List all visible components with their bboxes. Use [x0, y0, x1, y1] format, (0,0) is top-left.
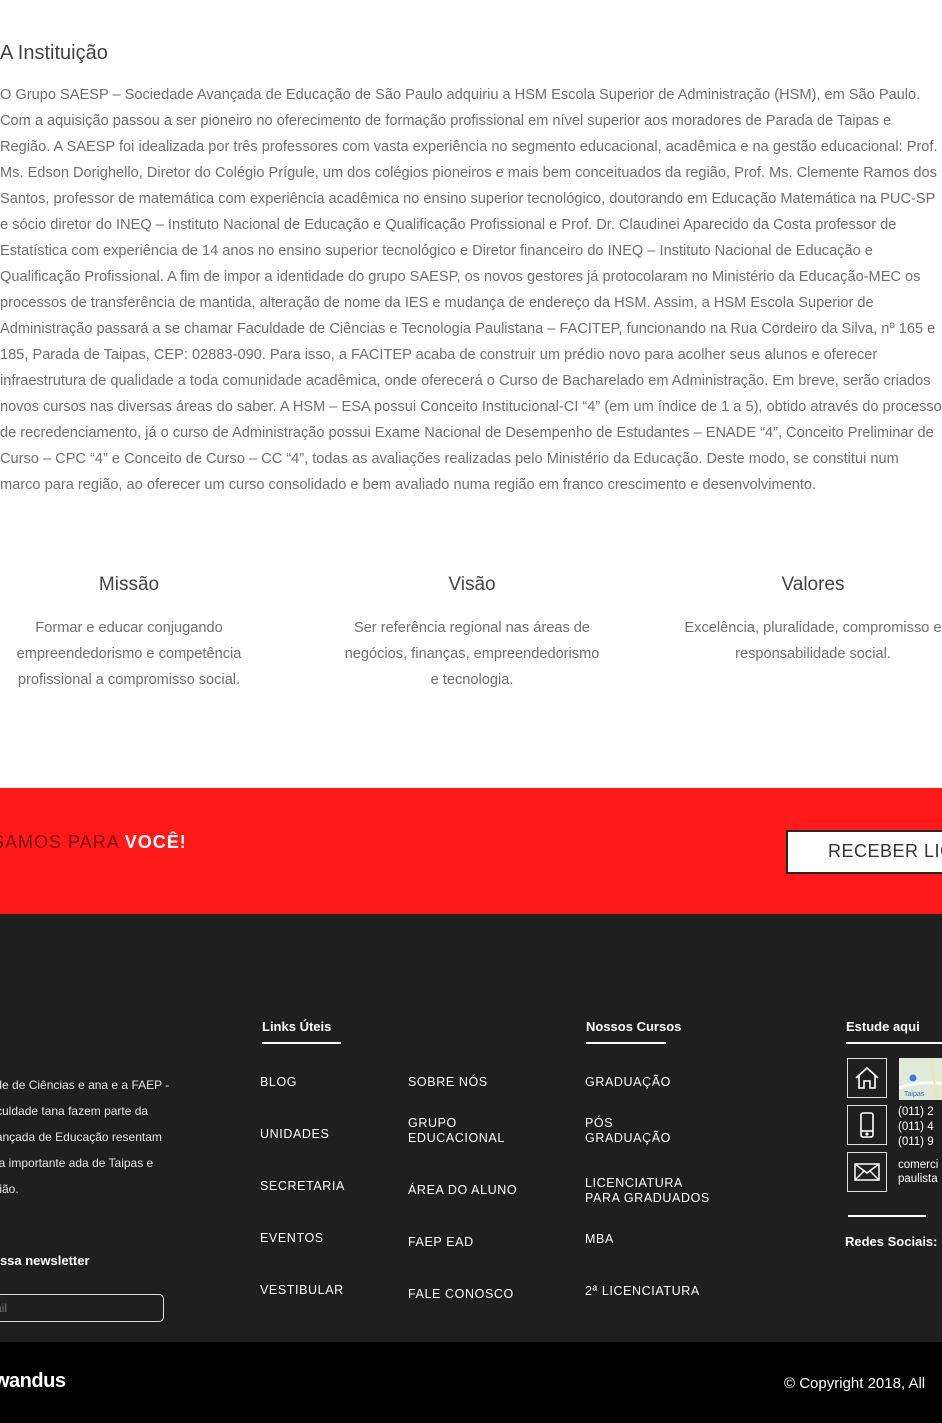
footer-link-fale-conosco[interactable]: FALE CONOSCO: [408, 1287, 514, 1302]
footer-link-blog[interactable]: BLOG: [260, 1075, 297, 1090]
footer-link-unidades[interactable]: UNIDADES: [260, 1127, 329, 1142]
map-label: Taipas: [904, 1091, 925, 1098]
footer-link-eventos[interactable]: EVENTOS: [260, 1231, 324, 1246]
newsletter-email-input[interactable]: [0, 1294, 164, 1322]
course-link-pos-graduacao[interactable]: PÓS GRADUAÇÃO: [585, 1116, 675, 1146]
cta-text: SAMOS PARA VOCÊ!: [0, 832, 187, 853]
study-title-underline: [846, 1042, 942, 1044]
email-line-1[interactable]: comerci: [898, 1158, 938, 1173]
course-link-segunda-licenciatura[interactable]: 2ª LICENCIATURA: [585, 1284, 700, 1299]
courses-title: Nossos Cursos: [586, 1019, 682, 1034]
footer-link-area-do-aluno[interactable]: ÁREA DO ALUNO: [408, 1183, 517, 1198]
footer-link-secretaria[interactable]: SECRETARIA: [260, 1179, 345, 1194]
course-link-mba[interactable]: MBA: [585, 1232, 614, 1247]
home-icon: [855, 1066, 879, 1089]
address-icon-box[interactable]: [847, 1058, 887, 1098]
newsletter-title: ossa newsletter: [0, 1253, 90, 1268]
phone-1: (011) 2: [898, 1106, 934, 1118]
visao-text: Ser referência regional nas áreas de neg…: [344, 620, 600, 688]
valores-title: Valores: [781, 574, 845, 595]
course-link-licenciatura[interactable]: LICENCIATURA PARA GRADUADOS: [585, 1176, 715, 1206]
links-title: Links Úteis: [262, 1019, 332, 1034]
wandus-logo[interactable]: wandus: [0, 1370, 66, 1393]
social-divider: [848, 1215, 926, 1217]
cta-banner: SAMOS PARA VOCÊ! RECEBER LIG: [0, 788, 942, 914]
copyright-text: © Copyright 2018, All: [784, 1375, 926, 1392]
phone-2: (011) 4: [898, 1121, 934, 1133]
cta-text-bold: VOCÊ!: [124, 832, 187, 852]
valores-text: Excelência, pluralidade, compromisso e r…: [684, 620, 942, 662]
social-title: Redes Sociais:: [845, 1234, 938, 1249]
footer-link-faep-ead[interactable]: FAEP EAD: [408, 1235, 474, 1250]
valores-column: Valores Excelência, pluralidade, comprom…: [680, 573, 942, 667]
study-title: Estude aqui: [846, 1019, 920, 1034]
visao-column: Visão Ser referência regional nas áreas …: [340, 573, 604, 693]
missao-title: Missão: [98, 574, 160, 595]
phone-icon: [860, 1112, 874, 1138]
email-line-2[interactable]: paulista: [898, 1172, 938, 1187]
footer: dade de Ciências e ana e a FAEP - Faculd…: [0, 914, 942, 1342]
phone-icon-box[interactable]: [847, 1105, 887, 1145]
course-link-graduacao[interactable]: GRADUAÇÃO: [585, 1075, 671, 1090]
links-title-underline: [262, 1042, 341, 1044]
footer-about-text: dade de Ciências e ana e a FAEP - Faculd…: [0, 1078, 170, 1196]
email-icon-box[interactable]: [847, 1152, 887, 1192]
missao-text: Formar e educar conjugando empreendedori…: [16, 620, 242, 688]
map-thumbnail[interactable]: Taipas: [899, 1058, 942, 1100]
cta-text-part: SAMOS PARA: [0, 832, 119, 852]
footer-link-grupo-educacional[interactable]: GRUPO EDUCACIONAL: [408, 1116, 518, 1146]
institution-text: O Grupo SAESP – Sociedade Avançada de Ed…: [0, 87, 942, 493]
courses-title-underline: [586, 1042, 666, 1044]
receber-ligacao-button[interactable]: RECEBER LIG: [786, 830, 942, 874]
visao-title: Visão: [448, 574, 496, 595]
section-title: A Instituição: [0, 42, 108, 64]
footer-link-sobre-nos[interactable]: SOBRE NÓS: [408, 1075, 488, 1090]
footer-link-vestibular[interactable]: VESTIBULAR: [260, 1283, 344, 1298]
missao-column: Missão Formar e educar conjugando empree…: [0, 573, 258, 693]
mail-icon: [854, 1163, 880, 1181]
bottom-bar: wandus © Copyright 2018, All: [0, 1342, 942, 1423]
phone-3: (011) 9: [898, 1136, 934, 1148]
